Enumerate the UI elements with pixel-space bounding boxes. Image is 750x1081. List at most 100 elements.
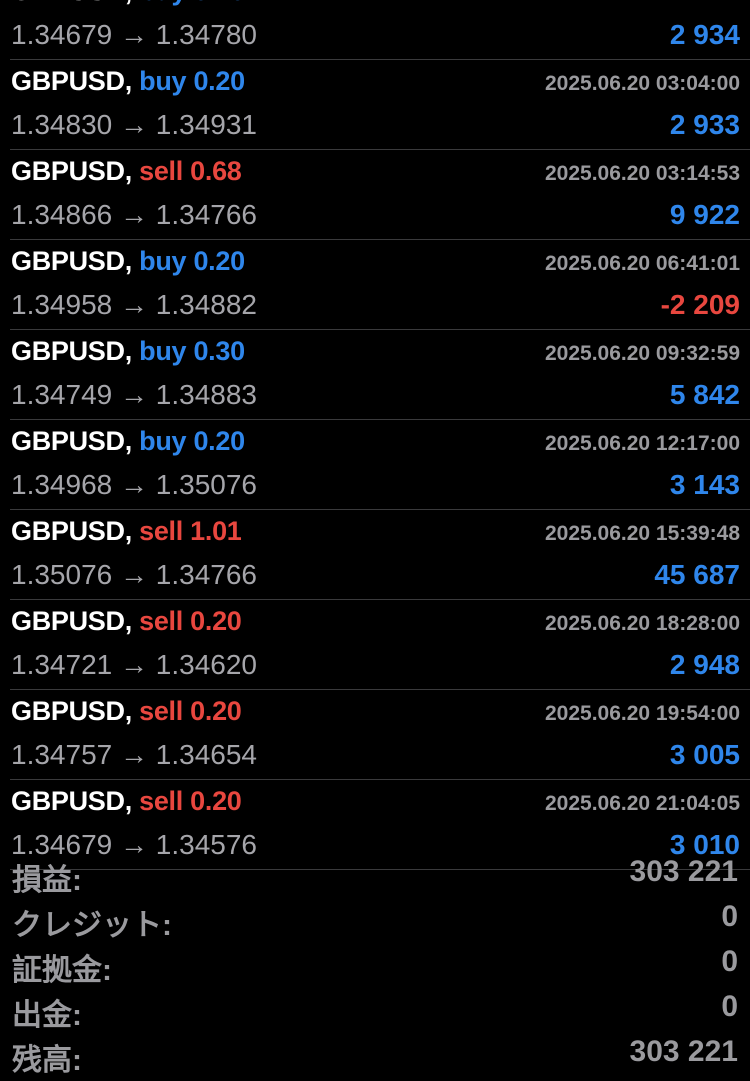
arrow-right-icon: → (120, 19, 148, 50)
trade-symbol: GBPUSD, (11, 426, 132, 456)
trade-row[interactable]: GBPUSD, buy 0.20 2025.06.20 03:04:00 1.348… (10, 60, 750, 150)
trade-profit: 45 687 (654, 559, 740, 590)
trade-time: 2025.06.20 03:14:53 (545, 162, 740, 185)
trade-prices: 1.35076 → 1.34766 (11, 559, 257, 591)
summary-row: 証拠金: 0 (0, 945, 750, 990)
trade-side: buy (139, 0, 186, 6)
trade-time: 2025.06.20 21:04:05 (545, 792, 740, 815)
trade-row[interactable]: GBPUSD, buy 0.30 2025.06.20 09:32:59 1.347… (10, 330, 750, 420)
open-price: 1.35076 (11, 559, 113, 590)
summary-value: 303 221 (629, 855, 738, 888)
close-price: 1.35076 (155, 469, 257, 500)
trade-time: 2025.06.20 18:28:00 (545, 612, 740, 635)
open-price: 1.34958 (11, 289, 113, 320)
arrow-right-icon: → (120, 199, 148, 230)
trade-lots: 0.30 (193, 336, 245, 366)
trade-symbol: GBPUSD, (11, 336, 132, 366)
close-price: 1.34766 (155, 199, 257, 230)
trade-profit: -2 209 (660, 289, 740, 320)
trade-header: GBPUSD, sell 1.01 (11, 516, 242, 547)
trade-side: buy (139, 336, 187, 366)
open-price: 1.34830 (11, 109, 113, 140)
trade-side: sell (139, 156, 183, 186)
trade-lots: 0.20 (193, 246, 245, 276)
trade-profit: 5 842 (669, 379, 740, 410)
trade-side: sell (139, 786, 183, 816)
close-price: 1.34882 (155, 289, 257, 320)
trade-lots: 0.20 (190, 606, 242, 636)
summary-value: 0 (721, 900, 738, 933)
trade-header: GBPUSD, sell 0.20 (11, 786, 242, 817)
trade-row[interactable]: GBPUSD, buy 0.20 2025.06.20 12:17:00 1.349… (10, 420, 750, 510)
trade-header: GBPUSD, buy 0.20 (11, 246, 245, 277)
summary-value: 0 (721, 945, 738, 978)
trade-prices: 1.34830 → 1.34931 (11, 109, 257, 141)
trade-symbol: GBPUSD, (11, 0, 132, 6)
trade-header: GBPUSD, buy 0.20 (11, 0, 245, 7)
trade-time: 2025.06.20 09:32:59 (545, 342, 740, 365)
summary-label: 出金: (12, 999, 82, 1032)
close-price: 1.34931 (155, 109, 257, 140)
trade-symbol: GBPUSD, (11, 786, 132, 816)
trade-header: GBPUSD, buy 0.20 (11, 66, 245, 97)
trade-profit: 3 143 (669, 469, 740, 500)
trade-symbol: GBPUSD, (11, 696, 132, 726)
summary-label: 証拠金: (12, 954, 112, 987)
trade-profit: 9 922 (669, 199, 740, 230)
trade-row[interactable]: GBPUSD, sell 0.68 2025.06.20 03:14:53 1.34… (10, 150, 750, 240)
close-price: 1.34620 (155, 649, 257, 680)
trade-side: buy (139, 66, 187, 96)
trade-prices: 1.34968 → 1.35076 (11, 469, 257, 501)
trade-prices: 1.34679 → 1.34780 (11, 19, 257, 51)
summary-label: 損益: (12, 864, 82, 897)
trade-header: GBPUSD, buy 0.20 (11, 426, 245, 457)
open-price: 1.34749 (11, 379, 113, 410)
trade-row[interactable]: GBPUSD, sell 0.20 2025.06.20 18:28:00 1.34… (10, 600, 750, 690)
trade-row[interactable]: GBPUSD, sell 1.01 2025.06.20 15:39:48 1.35… (10, 510, 750, 600)
summary-row: クレジット: 0 (0, 900, 750, 945)
trade-time: 2025.06.20 06:41:01 (545, 252, 740, 275)
arrow-right-icon: → (120, 109, 148, 140)
trade-time: 2025.06.20 15:39:48 (545, 522, 740, 545)
trade-header: GBPUSD, buy 0.30 (11, 336, 245, 367)
trade-side: sell (139, 606, 183, 636)
trade-row[interactable]: GBPUSD, buy 0.20 1.34679 → 1.34780 2 934 (10, 0, 750, 60)
trade-symbol: GBPUSD, (11, 66, 132, 96)
arrow-right-icon: → (120, 289, 148, 320)
summary-row: 出金: 0 (0, 990, 750, 1035)
summary-row: 損益: 303 221 (0, 855, 750, 900)
summary-label: クレジット: (12, 909, 172, 942)
trade-history-list[interactable]: GBPUSD, buy 0.201.34679 → 1.347802 934GB… (0, 0, 750, 870)
trade-row[interactable]: GBPUSD, sell 0.20 2025.06.20 19:54:00 1.34… (10, 690, 750, 780)
trade-profit: 3 005 (669, 739, 740, 770)
trade-header: GBPUSD, sell 0.20 (11, 696, 242, 727)
trade-lots: 0.20 (190, 786, 242, 816)
trade-header: GBPUSD, sell 0.68 (11, 156, 242, 187)
open-price: 1.34866 (11, 199, 113, 230)
close-price: 1.34654 (155, 739, 257, 770)
summary-row: 残高: 303 221 (0, 1035, 750, 1080)
trade-symbol: GBPUSD, (11, 516, 132, 546)
trade-row[interactable]: GBPUSD, buy 0.20 2025.06.20 06:41:01 1.349… (10, 240, 750, 330)
open-price: 1.34679 (11, 19, 113, 50)
trade-time: 2025.06.20 03:04:00 (545, 72, 740, 95)
trade-prices: 1.34721 → 1.34620 (11, 649, 257, 681)
trade-symbol: GBPUSD, (11, 606, 132, 636)
trade-lots: 0.20 (193, 0, 245, 6)
trade-lots: 0.68 (190, 156, 242, 186)
trade-symbol: GBPUSD, (11, 246, 132, 276)
arrow-right-icon: → (120, 469, 148, 500)
trade-lots: 0.20 (193, 66, 245, 96)
trade-lots: 1.01 (190, 516, 242, 546)
trade-prices: 1.34757 → 1.34654 (11, 739, 257, 771)
trade-prices: 1.34749 → 1.34883 (11, 379, 257, 411)
summary-label: 残高: (12, 1044, 82, 1077)
trade-lots: 0.20 (190, 696, 242, 726)
trade-profit: 2 948 (669, 649, 740, 680)
trade-side: sell (139, 696, 183, 726)
trade-time: 2025.06.20 12:17:00 (545, 432, 740, 455)
close-price: 1.34883 (155, 379, 257, 410)
open-price: 1.34757 (11, 739, 113, 770)
open-price: 1.34968 (11, 469, 113, 500)
trade-lots: 0.20 (193, 426, 245, 456)
